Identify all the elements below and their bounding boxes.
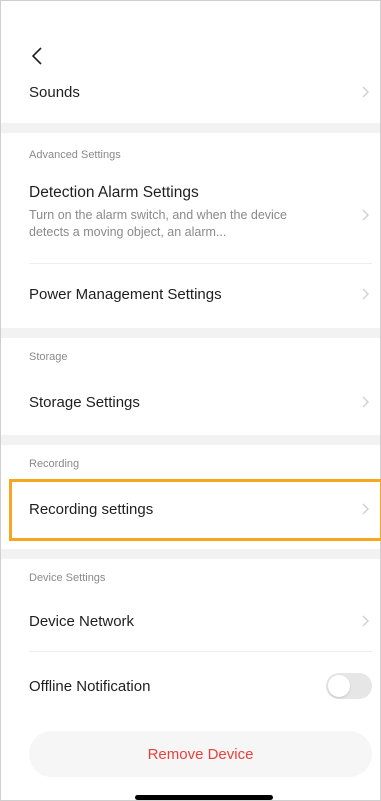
chevron-right-icon [362, 396, 369, 408]
recording-settings-label: Recording settings [29, 500, 154, 518]
row-divider [29, 651, 372, 652]
offline-notification-label: Offline Notification [29, 677, 151, 695]
recording-settings-row[interactable]: Recording settings [29, 494, 380, 524]
storage-settings-row[interactable]: Storage Settings [29, 387, 380, 417]
remove-device-button[interactable]: Remove Device [29, 731, 372, 777]
back-button[interactable] [29, 45, 49, 67]
power-management-label: Power Management Settings [29, 285, 222, 303]
toggle-knob [328, 675, 350, 697]
row-divider [29, 263, 372, 264]
chevron-left-icon [31, 47, 42, 65]
remove-device-label: Remove Device [147, 745, 254, 763]
detection-alarm-description: Turn on the alarm switch, and when the d… [29, 208, 288, 239]
device-network-row[interactable]: Device Network [29, 606, 380, 636]
detection-alarm-label: Detection Alarm Settings [29, 184, 199, 201]
chevron-right-icon [362, 615, 369, 627]
offline-notification-toggle[interactable] [326, 673, 372, 699]
section-separator [1, 435, 380, 445]
section-header-storage: Storage [29, 351, 68, 363]
chevron-right-icon [362, 288, 369, 300]
section-separator [1, 123, 380, 133]
settings-screen: Sounds Advanced Settings Detection Alarm… [0, 0, 381, 801]
storage-settings-label: Storage Settings [29, 393, 140, 411]
chevron-right-icon [362, 86, 369, 98]
chevron-right-icon [362, 209, 369, 221]
section-separator [1, 328, 380, 338]
chevron-right-icon [362, 503, 369, 515]
detection-alarm-row[interactable]: Detection Alarm Settings Turn on the ala… [29, 184, 380, 246]
power-management-row[interactable]: Power Management Settings [29, 279, 380, 309]
home-indicator [135, 795, 273, 800]
section-separator [1, 549, 380, 559]
section-header-recording: Recording [29, 458, 80, 470]
section-header-device: Device Settings [29, 572, 106, 584]
sounds-label: Sounds [29, 83, 80, 101]
device-network-label: Device Network [29, 612, 135, 630]
sounds-row[interactable]: Sounds [29, 77, 380, 107]
section-header-advanced: Advanced Settings [29, 149, 121, 161]
